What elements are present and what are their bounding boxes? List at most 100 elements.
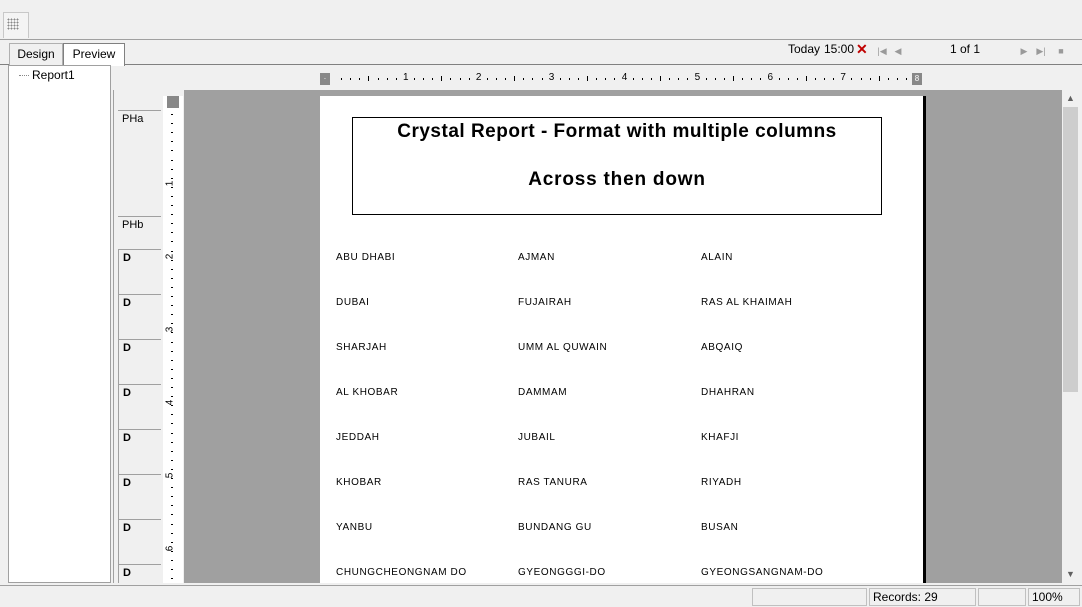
report-field-city: JUBAIL (518, 432, 556, 443)
report-title: Crystal Report - Format with multiple co… (397, 121, 837, 142)
ruler-tick (171, 250, 173, 252)
ruler-tick (787, 78, 789, 80)
ruler-number: 3 (548, 72, 555, 83)
section-detail[interactable]: D (118, 429, 161, 474)
ruler-tick (171, 432, 173, 434)
ruler-tick (860, 78, 862, 80)
ruler-tick (171, 277, 173, 279)
ruler-tick (732, 76, 734, 81)
report-field-city: AL KHOBAR (336, 387, 399, 398)
ruler-number: 2 (164, 253, 176, 260)
tab-design[interactable]: Design (9, 43, 63, 65)
ruler-tick (486, 78, 488, 80)
report-field-city: GYEONGSANGNAM-DO (701, 567, 824, 578)
previous-page-icon[interactable]: ◀ (892, 43, 904, 56)
status-zoom[interactable]: 100% (1028, 588, 1080, 606)
ruler-tick (596, 78, 598, 80)
ruler-tick (678, 78, 680, 80)
vertical-ruler: 1 2 3 4 5 6 (163, 96, 183, 583)
ruler-tick (171, 132, 173, 134)
ruler-tick (171, 441, 173, 443)
ruler-tick (614, 78, 616, 80)
today-label[interactable]: Today (788, 41, 820, 57)
ruler-tick (171, 578, 173, 580)
ruler-tick (171, 314, 173, 316)
ruler-tick (171, 496, 173, 498)
ruler-tick (171, 205, 173, 206)
ruler-tick (171, 387, 173, 388)
ruler-tick (814, 78, 816, 80)
ruler-tick (171, 414, 173, 416)
ruler-tick (514, 76, 516, 81)
scrollbar-thumb[interactable] (1063, 107, 1078, 392)
ruler-tick (171, 141, 173, 143)
ruler-number: 1 (403, 72, 409, 83)
ruler-tick (386, 78, 388, 80)
scroll-up-icon[interactable]: ▲ (1062, 90, 1079, 107)
ruler-top-marker[interactable] (167, 96, 179, 108)
ruler-tick (171, 268, 173, 270)
ruler-tick (171, 177, 173, 179)
section-detail[interactable]: D (118, 339, 161, 384)
ruler-tick (669, 78, 671, 80)
ruler-tick (171, 487, 173, 489)
ruler-tick (171, 323, 173, 325)
ruler-tick (760, 78, 762, 80)
report-field-city: DUBAI (336, 297, 370, 308)
section-page-header-a[interactable]: PHa (118, 110, 161, 216)
section-detail[interactable]: D (118, 564, 161, 583)
ruler-tick (171, 350, 173, 352)
ruler-tick (171, 459, 173, 461)
ruler-tick (441, 76, 443, 81)
ruler-tick (171, 214, 173, 216)
section-page-header-b[interactable]: PHb (118, 216, 161, 249)
ruler-tick (171, 232, 173, 234)
first-page-icon[interactable]: |◀ (876, 43, 888, 56)
ruler-number: 6 (767, 72, 774, 83)
scroll-down-icon[interactable]: ▼ (1062, 566, 1079, 583)
report-field-city: DAMMAM (518, 387, 568, 398)
next-page-icon[interactable]: ▶ (1018, 43, 1030, 56)
ruler-tick (368, 76, 370, 81)
report-field-city: RAS AL KHAIMAH (701, 297, 793, 308)
ruler-tick (341, 78, 343, 80)
last-page-icon[interactable]: ▶| (1035, 43, 1047, 56)
ruler-tick (171, 368, 173, 370)
ruler-number: 7 (840, 72, 846, 83)
ruler-tick (171, 195, 173, 197)
ruler-tick (171, 359, 173, 361)
time-label: 15:00 (824, 42, 855, 56)
tab-preview[interactable]: Preview (63, 43, 125, 66)
ruler-tick (723, 78, 725, 80)
ruler-tick (887, 78, 889, 80)
ruler-tick (687, 78, 689, 80)
ruler-tick (171, 332, 173, 334)
close-icon[interactable]: ✕ (856, 41, 868, 57)
ruler-tick (532, 78, 534, 80)
tree-item-report1[interactable]: Report1 (19, 68, 75, 82)
ruler-tick (714, 78, 716, 80)
ruler-number: 4 (621, 72, 628, 83)
ruler-tick (171, 377, 173, 379)
stop-icon[interactable]: ■ (1055, 43, 1067, 56)
ruler-right-marker[interactable]: 8 (912, 73, 922, 85)
report-field-city: ABQAIQ (701, 342, 743, 353)
section-detail[interactable]: D (118, 384, 161, 429)
toolbar-grip-icon[interactable] (3, 12, 29, 38)
section-detail[interactable]: D (118, 294, 161, 339)
ruler-tick (869, 78, 871, 80)
section-detail[interactable]: D (118, 249, 161, 294)
ruler-tick (824, 78, 826, 80)
ruler-tick (805, 76, 807, 81)
ruler-tick (432, 78, 434, 80)
crystal-report-viewer: Design Preview Today 15:00 ✕ |◀ ◀ 1 of 1… (0, 0, 1082, 607)
vertical-scrollbar[interactable]: ▲ ▼ (1062, 90, 1079, 583)
ruler-tick (751, 78, 753, 80)
ruler-left-marker[interactable]: · (320, 73, 330, 85)
horizontal-ruler: · 8 1 2 3 4 5 6 7 (320, 72, 925, 86)
ruler-number: 1 (164, 180, 176, 187)
ruler-tick (414, 78, 415, 80)
ruler-tick (705, 78, 707, 80)
section-detail[interactable]: D (118, 474, 161, 519)
section-detail[interactable]: D (118, 519, 161, 564)
